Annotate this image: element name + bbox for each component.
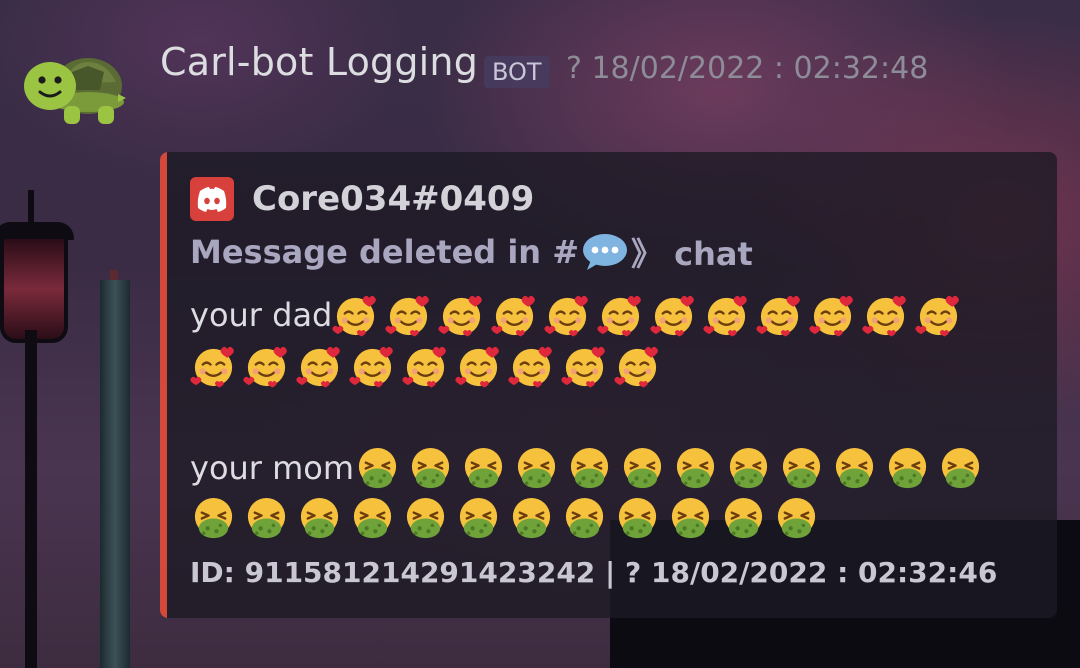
face-vomiting-emoji-icon	[455, 495, 502, 542]
face-vomiting-emoji-icon	[561, 495, 608, 542]
message-timestamp: ? 18/02/2022 : 02:32:48	[566, 51, 929, 86]
smiling-face-with-hearts-emoji-icon	[296, 343, 343, 390]
smiling-face-with-hearts-emoji-icon	[614, 343, 661, 390]
embed-accent-bar	[160, 152, 167, 618]
face-vomiting-emoji-icon	[720, 495, 767, 542]
face-vomiting-emoji-icon	[831, 445, 878, 492]
face-vomiting-emoji-icon	[296, 495, 343, 542]
face-vomiting-emoji-icon	[667, 495, 714, 542]
smiling-face-with-hearts-emoji-icon	[650, 292, 697, 339]
embed-card: Core034#0409 Message deleted in # 》 chat…	[160, 152, 1057, 618]
face-vomiting-emoji-icon	[349, 495, 396, 542]
emoji-row	[190, 343, 667, 390]
bot-badge: BOT	[484, 56, 550, 88]
face-vomiting-emoji-icon	[513, 445, 560, 492]
author-name[interactable]: Carl-bot Logging	[160, 40, 478, 84]
face-vomiting-emoji-icon	[243, 495, 290, 542]
description-line	[190, 341, 667, 391]
smiling-face-with-hearts-emoji-icon	[703, 292, 750, 339]
smiling-face-with-hearts-emoji-icon	[385, 292, 432, 339]
smiling-face-with-hearts-emoji-icon	[544, 292, 591, 339]
smiling-face-with-hearts-emoji-icon	[455, 343, 502, 390]
embed-footer: ID: 911581214291423242 | ? 18/02/2022 : …	[190, 556, 998, 589]
smiling-face-with-hearts-emoji-icon	[332, 292, 379, 339]
face-vomiting-emoji-icon	[566, 445, 613, 492]
smiling-face-with-hearts-emoji-icon	[862, 292, 909, 339]
emoji-row	[354, 445, 990, 492]
smiling-face-with-hearts-emoji-icon	[190, 343, 237, 390]
face-vomiting-emoji-icon	[508, 495, 555, 542]
face-vomiting-emoji-icon	[190, 495, 237, 542]
emoji-row	[332, 292, 968, 339]
embed-author[interactable]: Core034#0409	[252, 179, 534, 219]
smiling-face-with-hearts-emoji-icon	[491, 292, 538, 339]
speech-balloon-icon	[583, 234, 628, 270]
description-line: your dad	[190, 290, 968, 340]
description-text: your mom	[190, 449, 355, 487]
discord-logo-icon	[190, 177, 234, 221]
smiling-face-with-hearts-emoji-icon	[243, 343, 290, 390]
smiling-face-with-hearts-emoji-icon	[508, 343, 555, 390]
avatar[interactable]	[22, 50, 128, 126]
embed-title: Message deleted in # 》 chat	[190, 230, 753, 274]
smiling-face-with-hearts-emoji-icon	[438, 292, 485, 339]
face-vomiting-emoji-icon	[614, 495, 661, 542]
description-line	[190, 493, 826, 543]
face-vomiting-emoji-icon	[672, 445, 719, 492]
face-vomiting-emoji-icon	[407, 445, 454, 492]
smiling-face-with-hearts-emoji-icon	[915, 292, 962, 339]
description-line: your mom	[190, 443, 990, 493]
face-vomiting-emoji-icon	[937, 445, 984, 492]
smiling-face-with-hearts-emoji-icon	[402, 343, 449, 390]
smiling-face-with-hearts-emoji-icon	[561, 343, 608, 390]
face-vomiting-emoji-icon	[773, 495, 820, 542]
chat-message: Carl-bot Logging BOT ? 18/02/2022 : 02:3…	[0, 0, 1080, 668]
smiling-face-with-hearts-emoji-icon	[809, 292, 856, 339]
face-vomiting-emoji-icon	[402, 495, 449, 542]
emoji-row	[190, 495, 826, 542]
face-vomiting-emoji-icon	[725, 445, 772, 492]
face-vomiting-emoji-icon	[884, 445, 931, 492]
smiling-face-with-hearts-emoji-icon	[756, 292, 803, 339]
embed-title-channel[interactable]: 》 chat	[631, 229, 753, 275]
face-vomiting-emoji-icon	[460, 445, 507, 492]
description-text: your dad	[190, 296, 333, 334]
embed-title-prefix: Message deleted in #	[190, 233, 580, 271]
turtle-icon	[24, 58, 126, 124]
smiling-face-with-hearts-emoji-icon	[349, 343, 396, 390]
face-vomiting-emoji-icon	[619, 445, 666, 492]
face-vomiting-emoji-icon	[778, 445, 825, 492]
smiling-face-with-hearts-emoji-icon	[597, 292, 644, 339]
face-vomiting-emoji-icon	[354, 445, 401, 492]
